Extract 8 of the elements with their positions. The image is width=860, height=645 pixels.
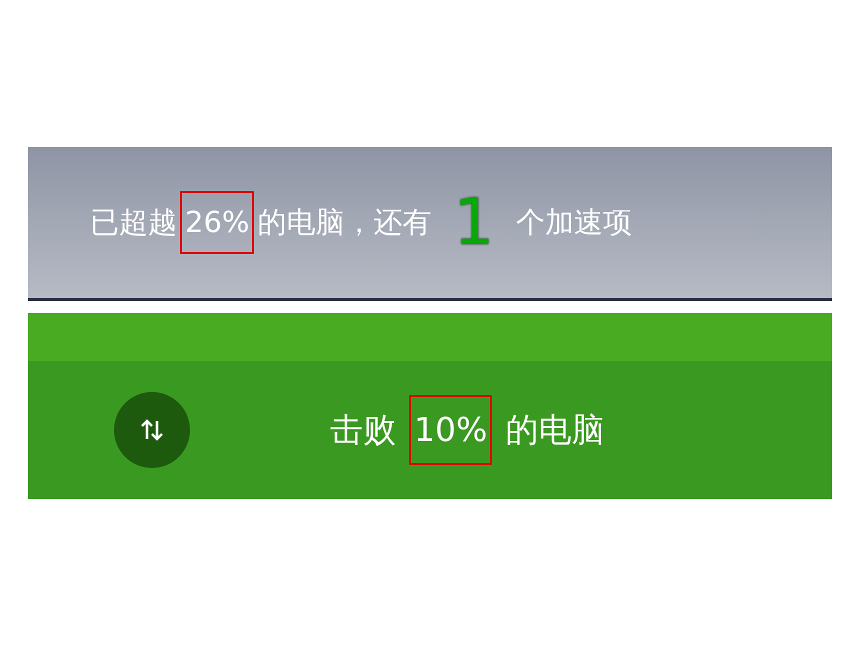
banner-text: 的电脑，还有 [257, 204, 432, 241]
banner-text: 击败 [330, 409, 396, 452]
highlighted-percentage: 10% [409, 395, 492, 465]
banner-text: 已超越 [90, 204, 177, 241]
banner-text: 个加速项 [516, 204, 632, 241]
speedup-count: 1 [453, 190, 494, 254]
banner-text: 的电脑 [505, 409, 604, 452]
highlighted-percentage: 26% [180, 190, 254, 254]
